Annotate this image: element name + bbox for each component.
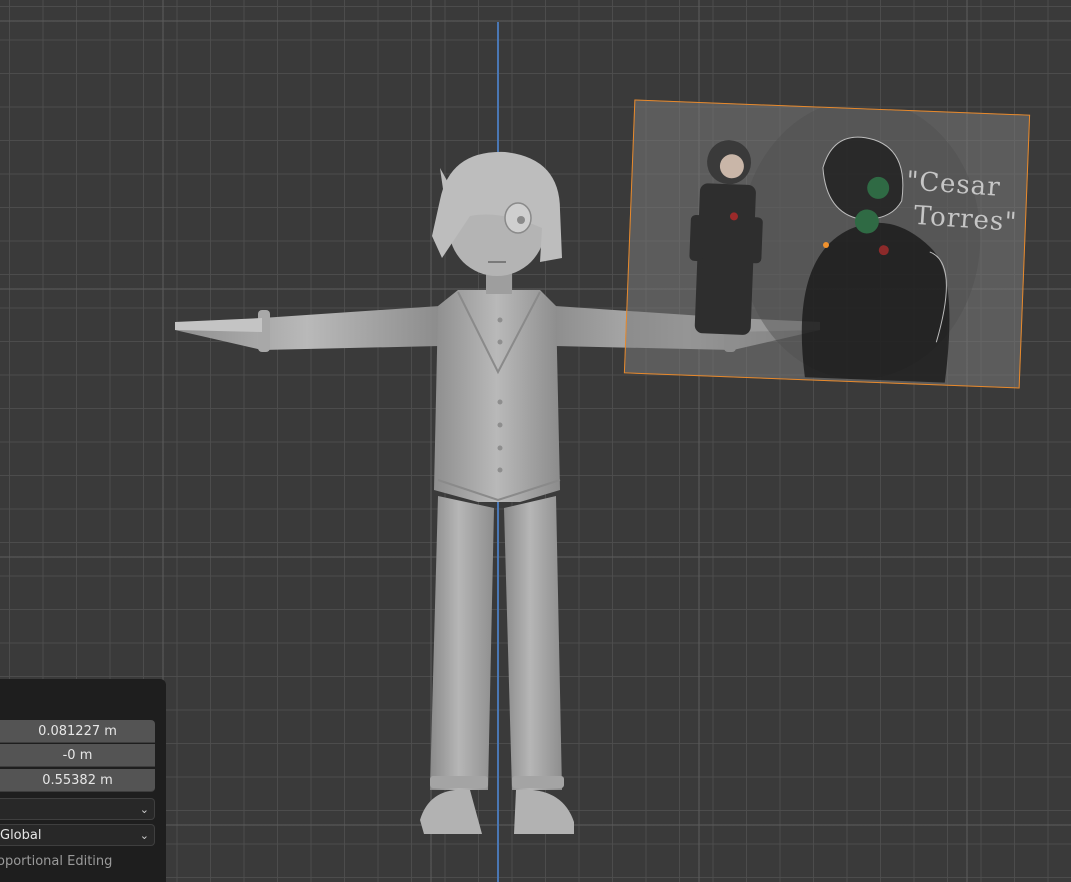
chevron-down-icon: ⌄ xyxy=(139,829,149,842)
move-y-field[interactable]: -0 m xyxy=(0,744,155,767)
legs xyxy=(420,496,574,834)
move-z-field[interactable]: 0.55382 m xyxy=(0,769,155,792)
head xyxy=(432,151,562,294)
orientation-dropdown-1[interactable]: ⌄ xyxy=(0,798,155,820)
move-x-field[interactable]: 0.081227 m xyxy=(0,720,155,743)
orientation-dropdown[interactable]: Global ⌄ xyxy=(0,824,155,846)
origin-point xyxy=(823,242,829,248)
orientation-value: Global xyxy=(0,828,42,843)
reference-caption: "Cesar Torres" xyxy=(903,164,1018,240)
chevron-down-icon: ⌄ xyxy=(139,803,149,816)
proportional-editing-checkbox-label[interactable]: oportional Editing xyxy=(0,854,112,869)
torso xyxy=(434,290,561,502)
